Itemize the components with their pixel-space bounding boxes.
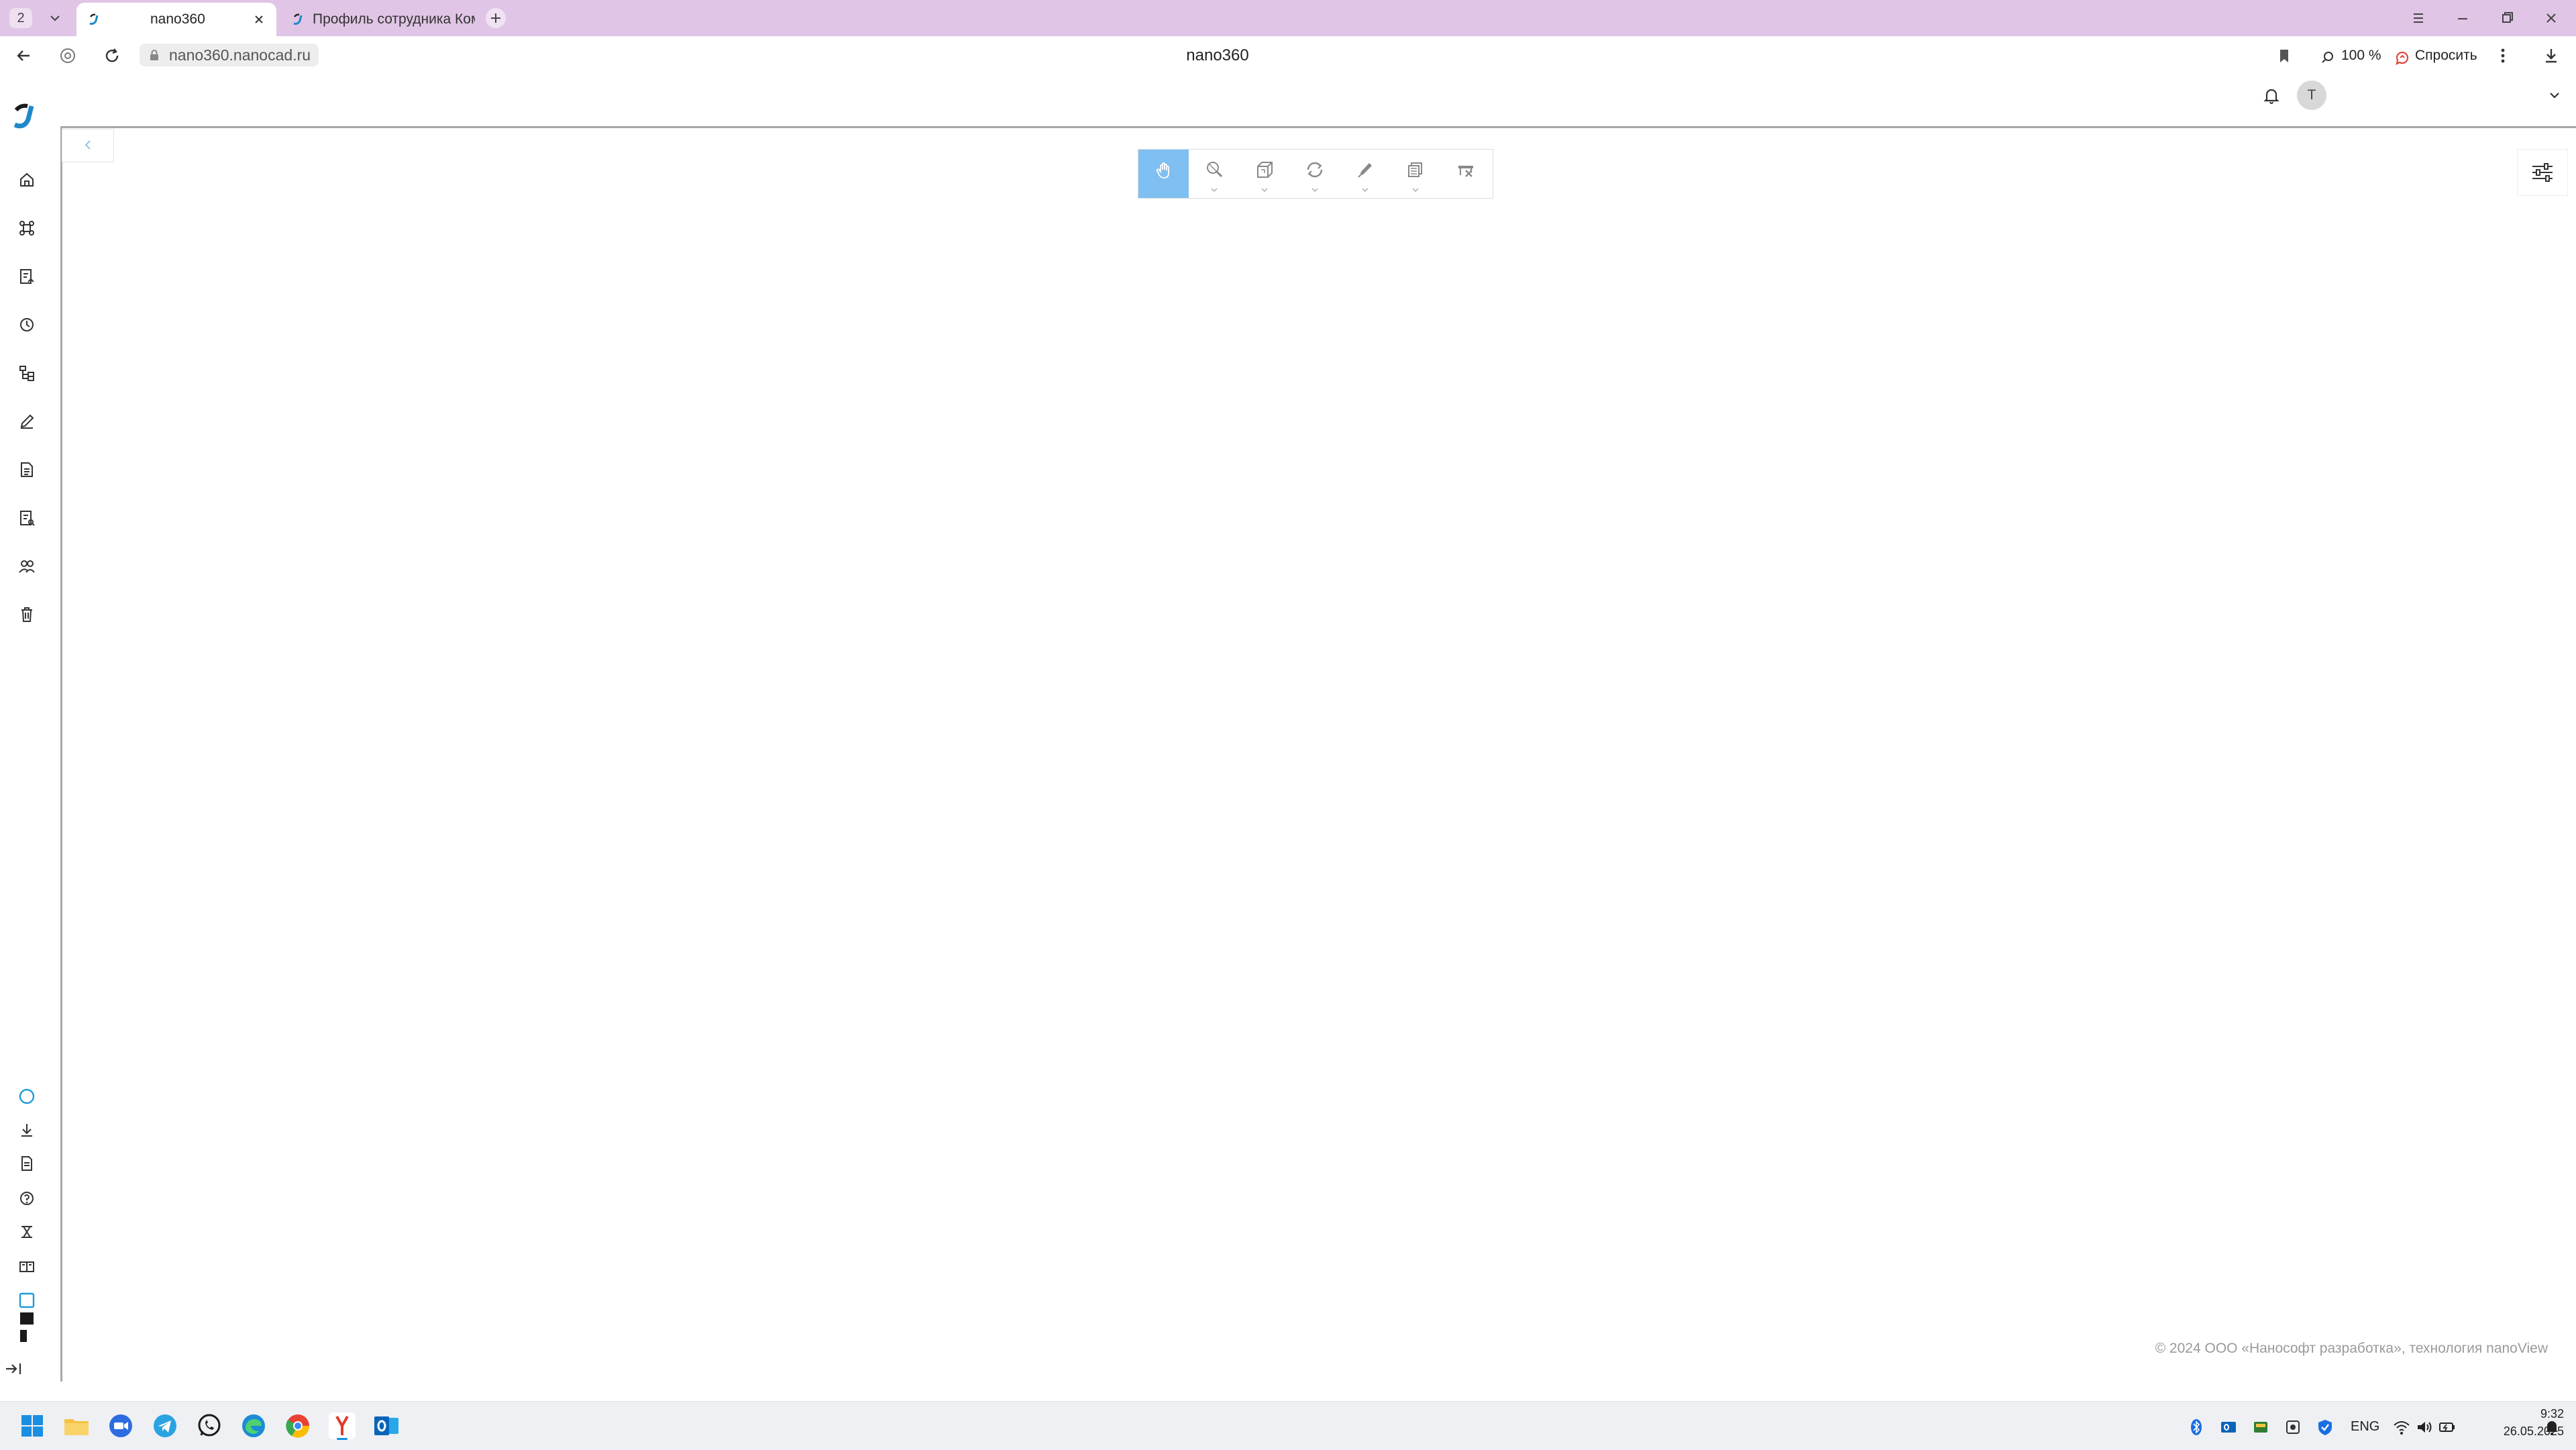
layers-icon [1408, 162, 1422, 177]
battery-icon[interactable] [2438, 1418, 2457, 1437]
yandex-browser-icon[interactable] [327, 1411, 357, 1441]
structure-icon[interactable] [15, 361, 39, 385]
edit-icon[interactable] [15, 409, 39, 433]
dropdown-caret-icon [1362, 188, 1368, 193]
more-options-icon[interactable] [2491, 44, 2514, 67]
projects-icon[interactable] [15, 216, 39, 240]
ask-ai-icon [2395, 50, 2410, 65]
markup-tool-button[interactable] [1340, 150, 1390, 198]
bookmark-icon[interactable] [2273, 44, 2296, 67]
nano360-favicon-icon [291, 13, 305, 26]
zoom-app-icon[interactable] [106, 1411, 136, 1441]
minimize-icon[interactable] [2447, 7, 2478, 30]
section-icon [1458, 166, 1473, 177]
browser-menu-icon[interactable] [2403, 7, 2434, 30]
new-tab-plus-icon[interactable] [484, 7, 507, 30]
collapse-panel-button[interactable] [62, 129, 114, 162]
orbit-tool-button[interactable] [1289, 150, 1340, 198]
chrome-icon[interactable] [283, 1411, 313, 1441]
zoom-icon [1207, 162, 1223, 178]
sliders-icon [2532, 163, 2553, 182]
tab-counter[interactable]: 2 [9, 8, 32, 28]
review-icon[interactable] [15, 506, 39, 530]
view-cube-tool-button[interactable] [1239, 150, 1289, 198]
orbit-icon [1307, 162, 1323, 178]
security-tray-icon[interactable] [2316, 1418, 2334, 1437]
tab-nano360[interactable]: nano360 [76, 3, 276, 36]
network-drive-tray-icon[interactable] [2284, 1418, 2302, 1437]
file-explorer-icon[interactable] [62, 1411, 91, 1441]
downloads-icon[interactable] [2540, 44, 2563, 67]
nanocad-logo-icon[interactable] [9, 101, 40, 132]
history-icon[interactable] [15, 313, 39, 337]
tab-title: Профиль сотрудника Ком [313, 11, 475, 27]
pan-tool-button[interactable] [1138, 150, 1189, 198]
restore-icon[interactable] [2491, 7, 2522, 30]
help-icon[interactable] [15, 1186, 39, 1210]
tasks-icon[interactable] [15, 264, 39, 289]
home-icon[interactable] [15, 168, 39, 192]
theme-icon[interactable] [15, 1288, 39, 1345]
tab-list-chevron-icon[interactable] [44, 8, 66, 28]
document-icon[interactable] [15, 458, 39, 482]
notifications-bell-icon[interactable] [2259, 83, 2284, 107]
expand-sidebar-icon[interactable] [1, 1357, 25, 1381]
download-icon[interactable] [15, 1118, 39, 1142]
layers-tool-button[interactable] [1390, 150, 1440, 198]
hand-icon [1156, 162, 1169, 178]
edge-browser-icon[interactable] [239, 1411, 268, 1441]
trash-icon[interactable] [15, 603, 39, 627]
windows-taskbar: ENG 9:32 26.05.2025 [0, 1401, 2576, 1450]
windows-start-icon[interactable] [17, 1411, 47, 1441]
input-language[interactable]: ENG [2351, 1416, 2379, 1437]
wifi-icon[interactable] [2392, 1418, 2411, 1437]
app-tray-icon[interactable] [2251, 1418, 2270, 1437]
address-bar: nano360.nanocad.ru nano360 100 % Спросит… [0, 36, 2576, 74]
book-icon[interactable] [15, 1255, 39, 1279]
ask-button[interactable]: Спросить [2415, 44, 2477, 67]
zoom-tool-button[interactable] [1189, 150, 1239, 198]
outlook-tray-icon[interactable] [2219, 1418, 2238, 1437]
user-avatar[interactable]: T [2297, 81, 2326, 110]
telegram-icon[interactable] [150, 1411, 180, 1441]
model-viewer-canvas[interactable] [60, 126, 2576, 1382]
browser-tab-strip: 2 nano360 Профиль сотрудника Ком [0, 0, 2576, 36]
file-icon[interactable] [15, 1151, 39, 1176]
tab-title: nano360 [150, 11, 205, 27]
outlook-icon[interactable] [372, 1411, 401, 1441]
viewer-settings-button[interactable] [2517, 149, 2568, 196]
dropdown-caret-icon [1211, 188, 1218, 193]
tab-employee-profile[interactable]: Профиль сотрудника Ком [280, 3, 475, 36]
page-title: nano360 [1186, 46, 1249, 64]
cube-icon [1257, 162, 1273, 178]
user-menu-chevron-icon[interactable] [2545, 86, 2564, 105]
zoom-magnifier-icon [2321, 51, 2334, 64]
pen-icon [1358, 163, 1372, 178]
zoom-level[interactable]: 100 % [2341, 44, 2381, 67]
nano360-favicon-icon [87, 13, 101, 26]
app-header [52, 74, 2576, 126]
close-tab-icon[interactable] [251, 11, 267, 28]
bluetooth-icon[interactable] [2187, 1418, 2206, 1437]
copyright-text: © 2024 ООО «Нанософт разработка», технол… [2155, 1341, 2548, 1356]
section-tool-button[interactable] [1440, 150, 1491, 198]
viewer-toolbar [1138, 149, 1493, 199]
close-window-icon[interactable] [2536, 7, 2567, 30]
dropdown-caret-icon [1261, 188, 1268, 193]
chevron-left-icon [85, 140, 91, 150]
notification-center-icon[interactable] [2542, 1418, 2561, 1437]
status-circle-icon[interactable] [15, 1084, 39, 1108]
users-icon[interactable] [15, 554, 39, 578]
whatsapp-icon[interactable] [195, 1411, 224, 1441]
volume-icon[interactable] [2415, 1418, 2434, 1437]
tools-icon[interactable] [15, 1220, 39, 1244]
dropdown-caret-icon [1311, 188, 1318, 193]
dropdown-caret-icon [1412, 188, 1419, 193]
